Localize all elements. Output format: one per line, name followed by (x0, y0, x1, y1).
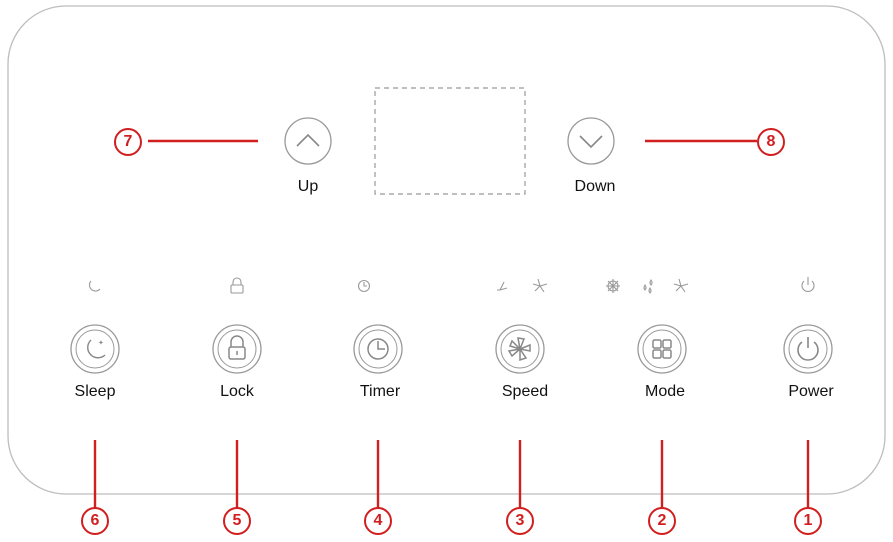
callout-number-lock: 5 (223, 507, 251, 535)
down-label: Down (574, 178, 616, 195)
callout-number-up: 7 (114, 128, 142, 156)
power-label: Power (788, 383, 834, 400)
panel-outline (7, 5, 886, 495)
control-panel-diagram: ✦ Up Down Sleep Lock Timer Speed Mode Po… (0, 0, 893, 542)
indicator-row (88, 277, 815, 294)
sleep-button[interactable]: ✦ (70, 324, 120, 374)
moon-indicator-icon (88, 280, 101, 292)
svg-text:✦: ✦ (98, 339, 104, 347)
power-indicator-icon (801, 277, 815, 292)
power-button[interactable] (783, 324, 833, 374)
callout-number-timer: 4 (364, 507, 392, 535)
snowflake-indicator-icon (606, 279, 620, 293)
lock-label: Lock (220, 383, 254, 400)
callout-number-sleep: 6 (81, 507, 109, 535)
callout-number-down: 8 (757, 128, 785, 156)
speed-label: Speed (501, 383, 549, 400)
mode-button[interactable] (637, 324, 687, 374)
fan-indicator-icon (673, 278, 689, 293)
fan-low-indicator-icon (497, 281, 508, 291)
clock-icon (367, 338, 389, 360)
sleep-label: Sleep (74, 383, 116, 400)
padlock-icon (228, 335, 246, 360)
callout-number-mode: 2 (648, 507, 676, 535)
chevron-up-icon (296, 133, 320, 147)
down-button[interactable] (567, 117, 615, 165)
bottom-leader-lines (93, 440, 810, 508)
timer-button[interactable] (353, 324, 403, 374)
speed-button[interactable] (495, 324, 545, 374)
grid-icon (652, 339, 672, 359)
panel-drawing: ✦ (7, 5, 886, 508)
up-button[interactable] (284, 117, 332, 165)
lock-indicator-icon (230, 277, 244, 294)
up-label: Up (297, 178, 319, 195)
chevron-down-icon (579, 135, 603, 149)
display-window (374, 87, 526, 195)
lock-button[interactable] (212, 324, 262, 374)
callout-number-speed: 3 (506, 507, 534, 535)
mode-label: Mode (644, 383, 686, 400)
droplets-indicator-icon (643, 279, 653, 294)
timer-label: Timer (359, 383, 401, 400)
callout-number-power: 1 (794, 507, 822, 535)
fan-icon (507, 337, 531, 362)
power-icon (797, 337, 819, 361)
fan-high-indicator-icon (532, 278, 548, 293)
clock-indicator-icon (357, 279, 371, 293)
